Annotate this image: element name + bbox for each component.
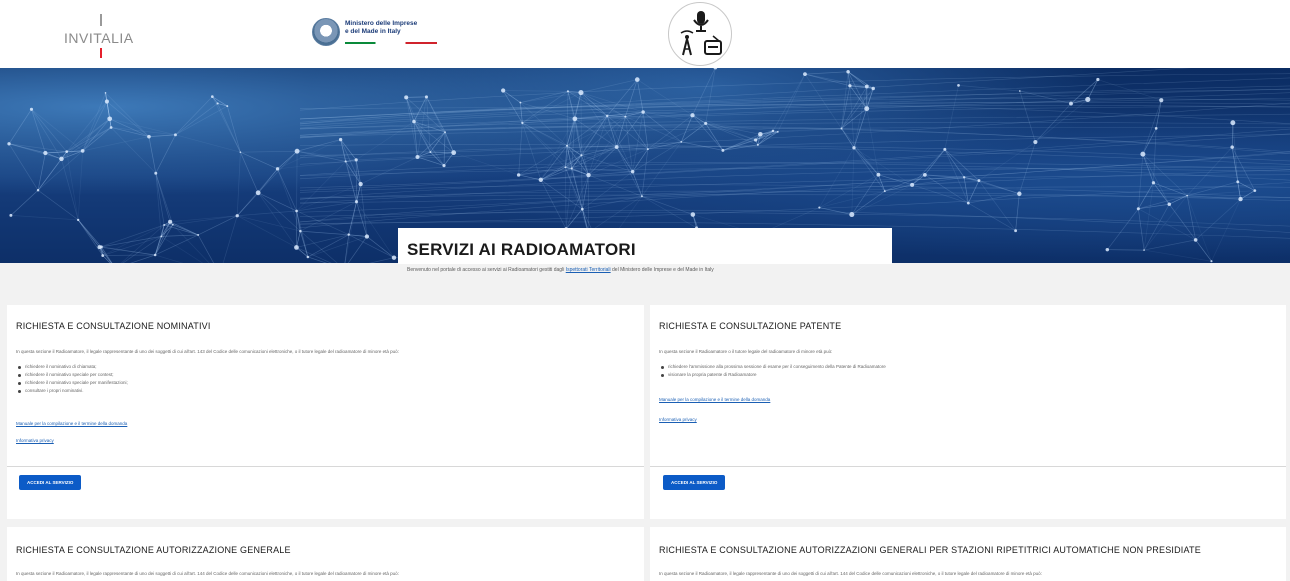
list-item: consultare i propri nominativi. (16, 387, 128, 395)
card-title: RICHIESTA E CONSULTAZIONE AUTORIZZAZIONE… (16, 545, 291, 555)
card-title: RICHIESTA E CONSULTAZIONE PATENTE (659, 321, 842, 331)
republic-emblem-icon (312, 18, 340, 46)
welcome-text: Benvenuto nel portale di accesso ai serv… (407, 267, 887, 273)
privacy-link[interactable]: Informativa privacy (659, 417, 697, 422)
card-ripetitrici: RICHIESTA E CONSULTAZIONE AUTORIZZAZIONI… (650, 527, 1286, 581)
ispettorati-link[interactable]: Ispettorati Territoriali (566, 267, 611, 273)
card-intro: In questa sezione il Radioamatore, il le… (16, 349, 399, 354)
card-list: richiedere il nominativo di chiamata; ri… (16, 363, 128, 395)
ministry-logo[interactable]: Ministero delle Imprese e del Made in It… (312, 18, 442, 50)
manual-link[interactable]: Manuale per la compilazione e il termine… (659, 397, 770, 402)
card-intro: In questa sezione il Radioamatore, il le… (659, 571, 1042, 576)
card-divider (650, 466, 1286, 467)
radioamatori-logo[interactable] (668, 2, 732, 66)
ministry-logo-line-1: Ministero delle Imprese (345, 20, 418, 27)
logo-bar-bottom (100, 48, 102, 58)
list-item: visionare la propria patente di Radioama… (659, 371, 886, 379)
welcome-text-post: del Ministero delle Imprese e del Made i… (610, 267, 714, 273)
invitalia-logo-text: INVITALIA (64, 30, 134, 46)
list-item: richiedere il nominativo di chiamata; (16, 363, 128, 371)
card-divider (7, 466, 644, 467)
card-autorizzazione-generale: RICHIESTA E CONSULTAZIONE AUTORIZZAZIONE… (7, 527, 644, 581)
radio-service-icon (680, 11, 722, 56)
list-item: richiedere l'ammissione alla prossima se… (659, 363, 886, 371)
access-service-button[interactable]: ACCEDI AL SERVIZIO (663, 475, 726, 490)
ministry-logo-line-2: e del Made in Italy (345, 28, 401, 35)
card-nominativi: RICHIESTA E CONSULTAZIONE NOMINATIVI In … (7, 305, 644, 519)
manual-link[interactable]: Manuale per la compilazione e il termine… (16, 421, 127, 426)
card-title: RICHIESTA E CONSULTAZIONE AUTORIZZAZIONI… (659, 545, 1201, 555)
ministry-logo-text: Ministero delle Imprese e del Made in It… (345, 20, 417, 36)
welcome-text-pre: Benvenuto nel portale di accesso ai serv… (407, 267, 566, 273)
card-intro: In questa sezione il Radioamatore o il t… (659, 349, 833, 354)
privacy-link[interactable]: Informativa privacy (16, 438, 54, 443)
site-header: INVITALIA Ministero delle Imprese e del … (0, 0, 1290, 68)
access-service-button[interactable]: ACCEDI AL SERVIZIO (19, 475, 82, 490)
card-intro: In questa sezione il Radioamatore, il le… (16, 571, 399, 576)
logo-bar-top (100, 14, 102, 26)
list-item: richiedere il nominativo speciale per ma… (16, 379, 128, 387)
card-title: RICHIESTA E CONSULTAZIONE NOMINATIVI (16, 321, 211, 331)
card-list: richiedere l'ammissione alla prossima se… (659, 363, 886, 379)
page-title: SERVIZI AI RADIOAMATORI (407, 240, 636, 259)
list-item: richiedere il nominativo speciale per co… (16, 371, 128, 379)
card-patente: RICHIESTA E CONSULTAZIONE PATENTE In que… (650, 305, 1286, 519)
invitalia-logo[interactable]: INVITALIA (62, 14, 152, 60)
hero-title-box: SERVIZI AI RADIOAMATORI (398, 228, 892, 264)
italian-flag-stripe (345, 42, 437, 44)
